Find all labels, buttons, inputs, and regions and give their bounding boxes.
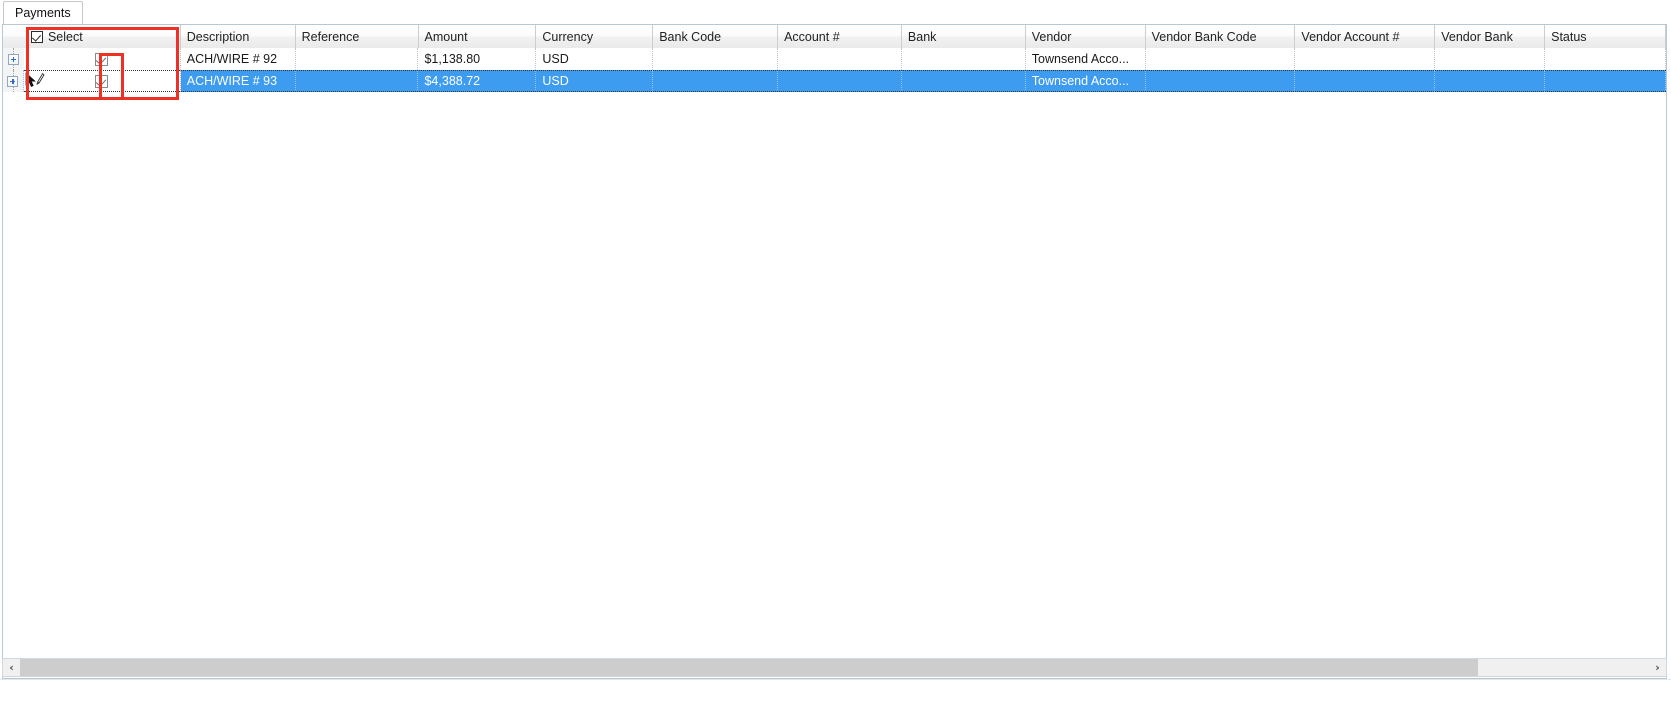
column-header-select-label: Select (47, 29, 83, 44)
column-header-vendor-bank[interactable]: Vendor Bank (1435, 25, 1546, 48)
column-header-vendor[interactable]: Vendor (1025, 25, 1146, 48)
column-header-currency-label: Currency (542, 29, 594, 44)
column-header-vendor-bank-code-label: Vendor Bank Code (1151, 29, 1257, 44)
row-select-checkbox[interactable] (95, 74, 109, 88)
table-row[interactable]: ACH/WIRE # 92 $1,138.80 USD Townsend Acc… (3, 48, 1666, 70)
column-header-select[interactable]: Select (23, 25, 181, 48)
column-header-vendor-account-number-label: Vendor Account # (1301, 29, 1400, 44)
scrollbar-thumb[interactable] (20, 659, 1478, 676)
edit-row-pencil-icon (25, 72, 45, 87)
cell-vendor-bank[interactable] (1435, 48, 1546, 70)
tab-payments[interactable]: Payments (3, 1, 83, 24)
cell-bank[interactable] (902, 48, 1026, 70)
tab-strip: Payments (0, 0, 1671, 25)
column-header-vendor-account-number[interactable]: Vendor Account # (1295, 25, 1436, 48)
cell-vendor-bank[interactable] (1435, 70, 1546, 92)
grid-header-row: Select Description Reference Amount Curr… (3, 25, 1666, 48)
scroll-right-arrow-icon[interactable]: › (1649, 659, 1666, 676)
cell-amount[interactable]: $4,388.72 (418, 70, 537, 92)
cell-reference[interactable] (296, 70, 419, 92)
column-header-bank[interactable]: Bank (901, 25, 1026, 48)
column-header-reference[interactable]: Reference (295, 25, 419, 48)
column-header-amount[interactable]: Amount (418, 25, 537, 48)
cell-status[interactable] (1545, 48, 1666, 70)
payments-grid: Select Description Reference Amount Curr… (2, 24, 1667, 679)
window-bottom-trim (0, 679, 1671, 705)
cell-vendor[interactable]: Townsend Acco... (1026, 48, 1146, 70)
select-all-checkbox[interactable] (30, 30, 43, 43)
grid-body: ACH/WIRE # 92 $1,138.80 USD Townsend Acc… (3, 48, 1666, 678)
scroll-left-arrow-icon[interactable]: ‹ (3, 659, 20, 676)
horizontal-scrollbar[interactable]: ‹ › (2, 658, 1667, 677)
cell-vendor-account-number[interactable] (1295, 48, 1436, 70)
column-header-bank-code-label: Bank Code (659, 29, 722, 44)
cell-account-number[interactable] (778, 70, 902, 92)
cell-vendor-account-number[interactable] (1295, 70, 1436, 92)
cell-reference[interactable] (296, 48, 419, 70)
column-header-amount-label: Amount (424, 29, 468, 44)
row-indicator-cell (3, 48, 24, 70)
cell-status[interactable] (1545, 70, 1666, 92)
column-header-reference-label: Reference (301, 29, 360, 44)
tab-payments-label: Payments (15, 6, 71, 20)
cell-bank-code[interactable] (653, 48, 779, 70)
cell-account-number[interactable] (778, 48, 902, 70)
cell-bank[interactable] (902, 70, 1026, 92)
plus-icon[interactable] (7, 75, 19, 87)
column-header-status-label: Status (1551, 29, 1587, 44)
table-row[interactable]: ACH/WIRE # 93 $4,388.72 USD Townsend Acc… (3, 70, 1666, 92)
scrollbar-track[interactable] (20, 659, 1649, 676)
cell-currency[interactable]: USD (536, 70, 654, 92)
cell-vendor-bank-code[interactable] (1146, 70, 1296, 92)
cell-bank-code[interactable] (653, 70, 779, 92)
column-header-vendor-bank-label: Vendor Bank (1441, 29, 1513, 44)
column-header-account-number-label: Account # (784, 29, 840, 44)
column-header-bank-code[interactable]: Bank Code (653, 25, 779, 48)
plus-icon[interactable] (7, 53, 19, 65)
column-header-indicator (3, 25, 24, 48)
column-header-bank-label: Bank (907, 29, 937, 44)
column-header-vendor-bank-code[interactable]: Vendor Bank Code (1145, 25, 1296, 48)
row-select-cell[interactable] (23, 48, 181, 70)
column-header-account-number[interactable]: Account # (778, 25, 902, 48)
cell-amount[interactable]: $1,138.80 (418, 48, 537, 70)
row-select-checkbox[interactable] (95, 52, 109, 66)
cell-vendor[interactable]: Townsend Acco... (1026, 70, 1146, 92)
column-header-status[interactable]: Status (1545, 25, 1666, 48)
cell-currency[interactable]: USD (536, 48, 654, 70)
column-header-vendor-label: Vendor (1031, 29, 1072, 44)
row-indicator-cell (3, 70, 24, 92)
cell-description[interactable]: ACH/WIRE # 93 (181, 70, 296, 92)
column-header-description[interactable]: Description (180, 25, 296, 48)
cell-description[interactable]: ACH/WIRE # 92 (181, 48, 296, 70)
column-header-currency[interactable]: Currency (536, 25, 654, 48)
column-header-description-label: Description (186, 29, 250, 44)
cell-vendor-bank-code[interactable] (1146, 48, 1296, 70)
